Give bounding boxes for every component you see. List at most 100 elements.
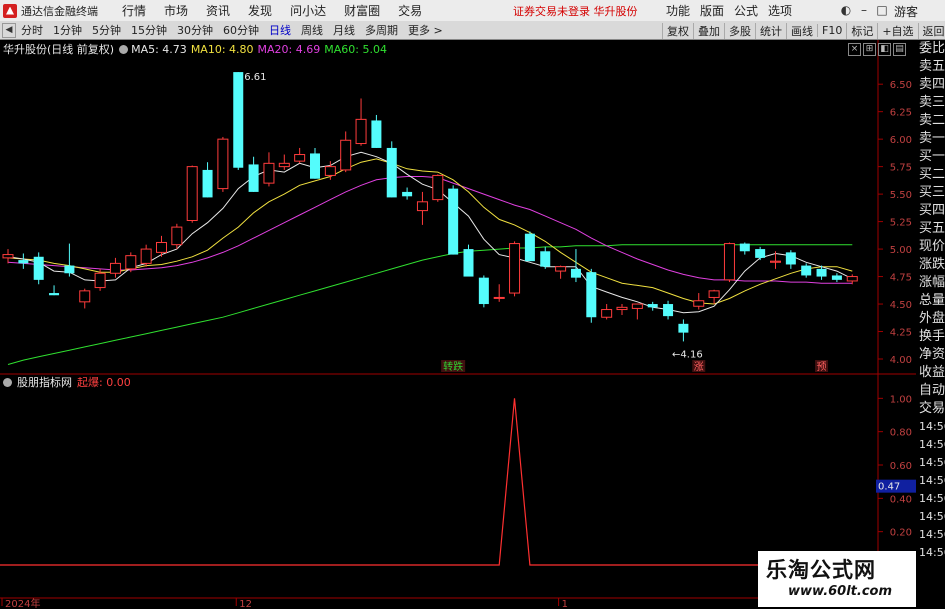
f10-button[interactable]: F10 [817,24,846,37]
menu-item-quotes[interactable]: 行情 [113,2,155,19]
side-panel-item: 交易 [919,401,945,416]
menu-item-news[interactable]: 资讯 [197,2,239,19]
period-15min[interactable]: 15分钟 [126,22,172,38]
candle [432,174,444,202]
candle-body-up [631,303,643,309]
signal-label: 涨 [694,361,704,373]
candle-body-down [371,120,382,148]
candle-body-up [79,290,91,303]
side-panel-item: 卖四 [919,77,945,92]
candle-body-down [248,164,259,192]
period-monthly[interactable]: 月线 [328,22,360,38]
candle [140,244,152,267]
date-labels: 2024年 12 1 [1,597,568,609]
candle [493,284,505,302]
adjust-button[interactable]: 复权 [662,22,693,39]
side-panel-item: 买五 [919,221,945,236]
price-tick-label: 4.00 [890,355,912,366]
menu-item-trade[interactable]: 交易 [389,2,431,19]
multi-stock-button[interactable]: 多股 [724,22,755,39]
price-annotations: 6.61 ←4.16 [244,72,702,360]
statistics-button[interactable]: 统计 [755,22,786,39]
guest-login[interactable]: 游客 [894,3,918,20]
indicator-tick-label: 1.00 [890,394,912,405]
side-panel-item: 14:56 [919,528,945,541]
maximize-icon[interactable]: □ [874,2,890,18]
minimize-icon[interactable]: – [856,2,872,18]
candle [49,285,60,296]
candle-body-up [432,174,444,201]
panel-close-icon[interactable]: × [848,43,861,56]
date-label: 12 [239,599,252,609]
candle-body-up [94,272,106,289]
panel-tile-icon[interactable]: ▤ [893,43,906,56]
period-tick[interactable]: 分时 [16,22,48,38]
price-tick-label: 6.25 [890,108,912,119]
menu-item-ask[interactable]: 问小达 [281,2,335,19]
period-more[interactable]: 更多 > [403,22,448,38]
candle [693,293,705,310]
menu-item-wealth[interactable]: 财富圈 [335,2,389,19]
candle [509,241,521,297]
candle-body-down [18,260,29,264]
signal-labels: 转跌 涨 预 [441,360,829,373]
candle [2,249,14,264]
menu-item-function[interactable]: 功能 [661,2,695,19]
ma5-value: MA5: 4.73 [131,42,187,56]
candle [386,141,397,198]
menu-item-formula[interactable]: 公式 [729,2,763,19]
chart-canvas[interactable]: 6.50 6.25 6.00 5.75 5.50 5.25 5.00 4.75 4.50 4.25… [0,40,916,609]
candle [723,242,735,283]
period-weekly[interactable]: 周线 [296,22,328,38]
overlay-button[interactable]: 叠加 [693,22,724,39]
side-panel-item: 收益 [919,365,945,380]
price-tick-label: 5.00 [890,245,912,256]
menu-item-options[interactable]: 选项 [763,2,797,19]
candle [278,154,290,170]
indicator-tick-label: 0.60 [890,461,912,472]
indicator-header: 股朋指标网 起爆: 0.00 [0,375,131,389]
ma-settings-icon[interactable] [119,44,129,54]
mark-button[interactable]: 标记 [846,22,877,39]
candle [631,303,643,320]
indicator-panel: 1.00 0.80 0.60 0.40 0.20 0.47 [0,394,916,566]
price-tick-label: 4.25 [890,328,912,339]
candle-body-up [324,166,336,176]
indicator-tick-label: 0.20 [890,528,912,539]
price-axis-ticks: 6.50 6.25 6.00 5.75 5.50 5.25 5.00 4.75 4.50 4.25… [878,80,912,366]
draw-line-button[interactable]: 画线 [786,22,817,39]
candle-body-up [156,241,167,253]
period-1min[interactable]: 1分钟 [48,22,87,38]
candle-body-down [801,265,812,276]
panel-restore-icon[interactable]: ⊞ [863,43,876,56]
candle [678,319,689,342]
side-panel-item: 涨幅 [919,275,945,290]
candle-body-down [49,293,60,296]
menu-item-discover[interactable]: 发现 [239,2,281,19]
back-button[interactable]: 返回 [917,22,945,39]
toolbar-left-arrow-icon[interactable]: ◀ [2,22,16,38]
menu-item-market[interactable]: 市场 [155,2,197,19]
period-multi[interactable]: 多周期 [360,22,403,38]
candle-body-down [33,256,44,280]
menu-item-layout[interactable]: 版面 [695,2,729,19]
candle-body-down [310,153,320,179]
skin-icon[interactable]: ◐ [838,2,854,18]
period-daily[interactable]: 日线 [264,22,296,38]
candle-body-up [708,290,720,298]
candle-body-up [171,226,183,246]
stock-name: 华升股份(日线 前复权) [3,43,115,56]
panel-expand-icon[interactable]: ◧ [878,43,891,56]
candle [109,257,121,278]
date-label: 2024年 [5,597,40,609]
period-60min[interactable]: 60分钟 [218,22,264,38]
indicator-settings-icon[interactable] [3,377,12,387]
candle-body-up [616,306,628,311]
candle-body-down [755,249,766,258]
side-panel-item: 换手 [919,329,945,344]
price-tick-label: 5.75 [890,163,912,174]
period-5min[interactable]: 5分钟 [87,22,126,38]
price-annotation: ←4.16 [672,349,703,360]
add-favorite-button[interactable]: +自选 [877,22,917,39]
period-30min[interactable]: 30分钟 [172,22,218,38]
